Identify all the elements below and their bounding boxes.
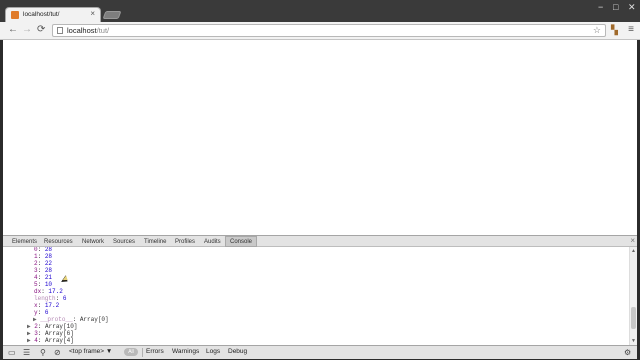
console-key: length xyxy=(34,295,56,302)
console-value: Array[0] xyxy=(79,316,109,323)
console-line[interactable]: ▶ 2: Array[10] xyxy=(27,323,77,330)
devtools-close-icon[interactable]: × xyxy=(630,236,635,245)
tab-close-icon[interactable]: × xyxy=(90,9,95,18)
console-line[interactable]: ▶ 3: Array[6] xyxy=(27,330,74,337)
new-tab-button[interactable] xyxy=(102,11,122,19)
back-icon[interactable]: ← xyxy=(8,24,18,35)
tab-sources[interactable]: Sources xyxy=(109,237,139,247)
console-value: 17.2 xyxy=(48,288,63,295)
console-value: 28 xyxy=(44,267,53,274)
minimize-icon[interactable]: − xyxy=(598,2,603,12)
frame-label: <top frame> xyxy=(69,348,105,355)
devtools-statusbar: ▭ ☰ ⚲ ⊘ <top frame> ▼ All Errors Warning… xyxy=(3,345,637,359)
tab-elements[interactable]: Elements xyxy=(8,237,41,247)
console-value: 22 xyxy=(44,260,53,267)
console-value: Array[4] xyxy=(45,337,74,344)
console-value: 6 xyxy=(44,309,49,316)
tab-audits[interactable]: Audits xyxy=(200,237,225,247)
console-value: 28 xyxy=(44,253,53,260)
favicon-icon xyxy=(11,11,19,19)
settings-gear-icon[interactable]: ⚙ xyxy=(624,348,631,357)
console-line: length: 6 xyxy=(34,295,66,302)
filter-logs[interactable]: Logs xyxy=(206,348,220,355)
title-bar: localhost/tut/ × − □ ✕ xyxy=(0,0,640,22)
console-separator: : xyxy=(72,316,80,323)
filter-debug[interactable]: Debug xyxy=(228,348,247,355)
console-value: Array[10] xyxy=(45,323,78,330)
bookmark-star-icon[interactable]: ☆ xyxy=(593,25,601,36)
console-line: 3: 28 xyxy=(34,267,52,274)
console-line: dx: 17.2 xyxy=(34,288,63,295)
tab-network[interactable]: Network xyxy=(78,237,108,247)
tab-console[interactable]: Console xyxy=(225,236,258,247)
console-value: Array[6] xyxy=(45,330,74,337)
console-line: 2: 22 xyxy=(34,260,52,267)
tab-profiles[interactable]: Profiles xyxy=(171,237,199,247)
tab-timeline[interactable]: Timeline xyxy=(140,237,170,247)
console-line: 5: 10 xyxy=(34,281,52,288)
console-value: 17.2 xyxy=(44,302,60,309)
console-separator: : xyxy=(37,323,46,330)
console-separator: : xyxy=(37,274,45,281)
scroll-up-icon[interactable]: ▲ xyxy=(631,248,636,254)
filter-all[interactable]: All xyxy=(124,348,138,356)
filter-warnings[interactable]: Warnings xyxy=(172,348,199,355)
scroll-thumb[interactable] xyxy=(631,307,636,329)
reload-icon[interactable]: ⟳ xyxy=(37,24,45,35)
devtools-tabbar: Elements Resources Network Sources Timel… xyxy=(3,235,637,247)
menu-icon[interactable]: ≡ xyxy=(628,24,634,35)
console-separator: : xyxy=(37,337,46,344)
tab-title: localhost/tut/ xyxy=(23,11,60,18)
filter-errors[interactable]: Errors xyxy=(146,348,164,355)
forward-icon[interactable]: → xyxy=(22,24,32,35)
console-line: 4: 21 xyxy=(34,274,52,281)
chevron-down-icon: ▼ xyxy=(105,348,113,355)
extension-icon[interactable]: ▚ xyxy=(611,25,621,35)
frame-selector[interactable]: <top frame> ▼ xyxy=(69,348,112,355)
console-line[interactable]: ▶ 4: Array[4] xyxy=(27,337,74,344)
console-line: 1: 28 xyxy=(34,253,52,260)
console-line: y: 6 xyxy=(34,309,48,316)
divider xyxy=(142,348,143,357)
url-host: localhost xyxy=(67,26,97,35)
console-separator: : xyxy=(37,260,45,267)
console-separator: : xyxy=(37,267,45,274)
console-separator: : xyxy=(37,309,45,316)
tab-resources[interactable]: Resources xyxy=(40,237,77,247)
page-viewport[interactable] xyxy=(3,40,637,235)
console-value: 10 xyxy=(44,281,53,288)
search-icon[interactable]: ⚲ xyxy=(40,348,46,357)
maximize-icon[interactable]: □ xyxy=(613,2,618,12)
console-panel[interactable]: 0: 28 1: 28 2: 22 3: 28 4: 21 5: 10 dx: 17.2 le… xyxy=(3,247,637,345)
browser-tab[interactable]: localhost/tut/ × xyxy=(5,7,101,22)
console-separator: : xyxy=(37,253,45,260)
console-separator: : xyxy=(55,295,63,302)
page-icon xyxy=(57,27,63,34)
clear-console-icon[interactable]: ⊘ xyxy=(54,348,61,357)
dock-icon[interactable]: ▭ xyxy=(8,348,16,357)
console-separator: : xyxy=(37,281,45,288)
console-line: x: 17.2 xyxy=(34,302,59,309)
address-bar[interactable]: localhost/tut/ ☆ xyxy=(52,24,606,37)
console-value: 6 xyxy=(62,295,67,302)
console-line[interactable]: ▶ __proto__: Array[0] xyxy=(33,316,109,323)
scroll-down-icon[interactable]: ▼ xyxy=(631,338,636,344)
show-drawer-icon[interactable]: ☰ xyxy=(23,348,30,357)
console-scrollbar[interactable]: ▲ ▼ xyxy=(629,247,637,345)
browser-toolbar: ← → ⟳ localhost/tut/ ☆ ▚ ≡ xyxy=(0,22,640,40)
console-key: __proto__ xyxy=(40,316,73,323)
address-url: localhost/tut/ xyxy=(67,26,109,35)
close-window-icon[interactable]: ✕ xyxy=(628,2,636,13)
url-path: /tut/ xyxy=(96,26,110,35)
console-separator: : xyxy=(37,330,46,337)
console-value: 21 xyxy=(44,274,53,281)
console-separator: : xyxy=(37,302,45,309)
